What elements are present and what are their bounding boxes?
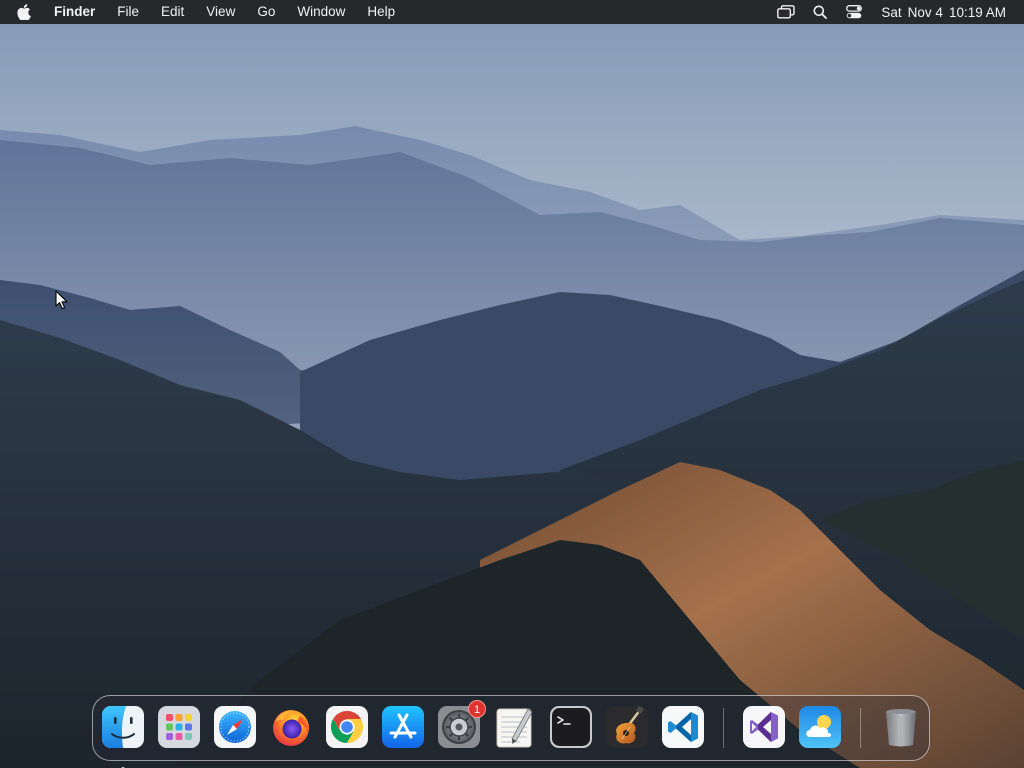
dock-firefox[interactable] [270,706,312,748]
clock-time: 10:19 AM [948,4,1006,20]
dock: 1 [92,695,930,768]
menu-app-name[interactable]: Finder [43,0,106,24]
menu-view[interactable]: View [195,0,246,24]
dock-finder[interactable] [102,706,144,768]
weather-icon [799,706,841,748]
dock-separator-trash [860,708,861,748]
menu-help[interactable]: Help [356,0,406,24]
dock-launchpad[interactable] [158,706,200,748]
finder-icon [102,706,144,748]
app-store-icon [382,706,424,748]
dock-textedit[interactable] [494,706,536,748]
dock-vscode[interactable] [662,706,704,748]
menu-bar: Finder File Edit View Go Window Help Sat… [0,0,1024,24]
menu-edit[interactable]: Edit [150,0,195,24]
control-center-icon[interactable] [837,0,871,24]
mouse-cursor-icon [55,290,68,310]
menu-clock[interactable]: Sat Nov 4 10:19 AM [871,5,1006,20]
firefox-icon [273,710,309,746]
dock-app-store[interactable] [382,706,424,748]
trash-icon [886,709,916,747]
apple-logo-icon[interactable] [0,0,43,24]
visual-studio-icon [743,706,785,748]
terminal-icon [550,706,592,748]
clock-date: Nov 4 [907,4,943,20]
safari-icon [214,706,256,748]
launchpad-icon [158,706,200,748]
dock-chrome[interactable] [326,706,368,748]
dock-terminal[interactable] [550,706,592,748]
vscode-icon [662,706,704,748]
desktop[interactable]: Finder File Edit View Go Window Help Sat… [0,0,1024,768]
spotlight-search-icon[interactable] [803,0,837,24]
menu-go[interactable]: Go [246,0,286,24]
wallpaper [0,0,1024,768]
garageband-icon [606,706,648,748]
dock-garageband[interactable] [606,706,648,748]
dock-safari[interactable] [214,706,256,748]
dock-weather[interactable] [799,706,841,748]
chrome-icon [326,706,368,748]
menu-window[interactable]: Window [286,0,356,24]
clock-day: Sat [881,4,902,20]
textedit-icon [496,708,533,748]
dock-system-preferences[interactable]: 1 [438,700,486,748]
notification-badge: 1 [468,700,486,718]
dock-trash[interactable] [880,706,922,748]
dock-separator [723,708,724,748]
dock-visual-studio[interactable] [743,706,785,748]
menu-file[interactable]: File [106,0,150,24]
screen-mirroring-icon[interactable] [769,0,803,24]
